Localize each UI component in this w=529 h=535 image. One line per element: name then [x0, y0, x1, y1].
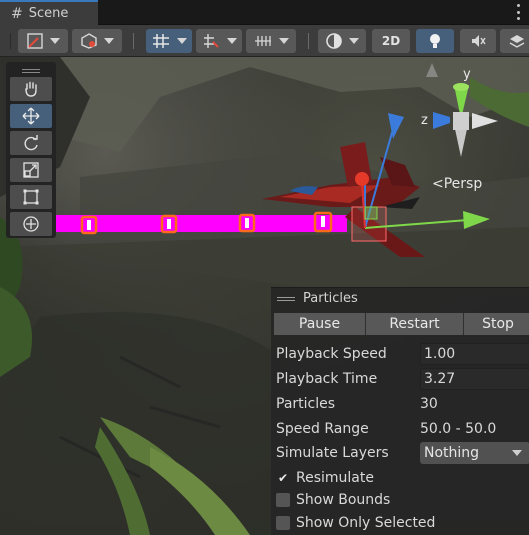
y-axis-handle[interactable]	[355, 172, 369, 186]
playback-time-label: Playback Time	[276, 371, 378, 387]
projection-label[interactable]: <Persp	[432, 176, 482, 192]
hash-icon: #	[11, 5, 23, 22]
gizmo-z-label: z	[421, 113, 428, 128]
grid-snap-button[interactable]	[146, 29, 192, 53]
stop-button[interactable]: Stop	[464, 313, 529, 335]
audio-toggle[interactable]	[460, 29, 496, 53]
draw-mode-button[interactable]	[18, 29, 68, 53]
toolbar-separator	[308, 33, 309, 49]
scene-window: # Scene 2D y z <Persp Particles Pause Re…	[0, 0, 529, 535]
playback-buttons: Pause Restart Stop	[274, 313, 529, 335]
restart-button[interactable]: Restart	[366, 313, 464, 335]
more-options-icon[interactable]	[515, 4, 521, 20]
projection-label-text: Persp	[443, 176, 483, 192]
render-mode-button[interactable]	[72, 29, 122, 53]
tool-transform[interactable]	[10, 212, 52, 236]
playback-speed-label: Playback Speed	[276, 346, 387, 362]
particle-trail	[55, 215, 347, 232]
resimulate-label: Resimulate	[296, 470, 374, 486]
rect-icon	[23, 189, 39, 205]
shading-mode-button[interactable]	[318, 29, 366, 53]
tab-scene-label: Scene	[28, 5, 69, 21]
particles-count-label: Particles	[276, 396, 336, 412]
rotate-icon	[24, 135, 38, 151]
show-bounds-label: Show Bounds	[296, 492, 391, 508]
playback-speed-row: Playback Speed 1.00	[276, 343, 529, 365]
tool-hand[interactable]	[10, 77, 52, 101]
simulate-layers-row: Simulate Layers Nothing	[276, 442, 529, 464]
simulate-layers-label: Simulate Layers	[276, 445, 389, 461]
show-only-selected-checkbox[interactable]	[276, 516, 290, 530]
tool-scale[interactable]	[10, 158, 52, 182]
hand-icon	[25, 81, 37, 97]
mode-2d-button[interactable]: 2D	[372, 29, 410, 53]
drag-handle-icon	[277, 296, 295, 301]
playback-time-field[interactable]: 3.27	[420, 368, 529, 390]
resimulate-checkbox[interactable]: ✔	[276, 471, 290, 485]
pause-button[interactable]: Pause	[274, 313, 366, 335]
grid-icon	[255, 36, 271, 46]
increment-snap-icon	[204, 34, 219, 48]
show-bounds-row[interactable]: Show Bounds	[276, 489, 528, 511]
tool-rotate[interactable]	[10, 131, 52, 155]
particles-count-value: 30	[420, 396, 438, 412]
chevron-left-icon: <	[432, 176, 444, 192]
tab-scene[interactable]: # Scene	[0, 0, 98, 25]
render-mode-icon	[81, 33, 97, 49]
move-icon	[22, 107, 40, 125]
transform-icon	[23, 216, 39, 232]
particles-header[interactable]: Particles	[271, 288, 529, 309]
speed-range-row: Speed Range 50.0 - 50.0	[276, 418, 528, 440]
simulate-layers-dropdown[interactable]: Nothing	[420, 442, 529, 464]
tool-palette	[6, 62, 56, 238]
increment-snap-button[interactable]	[196, 29, 242, 53]
playback-time-row: Playback Time 3.27	[276, 368, 529, 390]
particles-count-row: Particles 30	[276, 393, 528, 415]
effects-toggle[interactable]	[500, 29, 529, 53]
speed-range-label: Speed Range	[276, 421, 369, 437]
show-only-selected-row[interactable]: Show Only Selected	[276, 512, 528, 534]
simulate-layers-value: Nothing	[424, 445, 480, 461]
show-only-selected-label: Show Only Selected	[296, 515, 436, 531]
audio-mute-icon	[472, 35, 486, 47]
grid-snap-icon	[153, 34, 169, 48]
tab-bar: # Scene	[0, 0, 529, 25]
toolbar-separator	[10, 33, 11, 49]
show-bounds-checkbox[interactable]	[276, 493, 290, 507]
particles-overlay: Particles Pause Restart Stop Playback Sp…	[271, 287, 529, 535]
playback-speed-field[interactable]: 1.00	[420, 343, 529, 365]
gizmo-y-label: y	[463, 67, 471, 82]
particles-title: Particles	[303, 291, 358, 306]
tool-move[interactable]	[10, 104, 52, 128]
toolbar-separator	[133, 33, 134, 49]
scene-toolbar: 2D	[0, 25, 529, 57]
palette-drag-handle[interactable]	[10, 65, 52, 77]
scale-icon	[23, 162, 39, 178]
resimulate-row[interactable]: ✔ Resimulate	[276, 467, 528, 489]
lighting-icon	[430, 34, 440, 48]
chevron-down-icon	[512, 450, 522, 456]
tool-rect[interactable]	[10, 185, 52, 209]
lighting-toggle[interactable]	[416, 29, 454, 53]
effects-icon	[509, 35, 525, 48]
shading-icon	[326, 33, 342, 49]
speed-range-value: 50.0 - 50.0	[420, 421, 497, 437]
mode-2d-label: 2D	[381, 34, 401, 48]
draw-mode-icon	[27, 33, 43, 49]
grid-visibility-button[interactable]	[246, 29, 296, 53]
